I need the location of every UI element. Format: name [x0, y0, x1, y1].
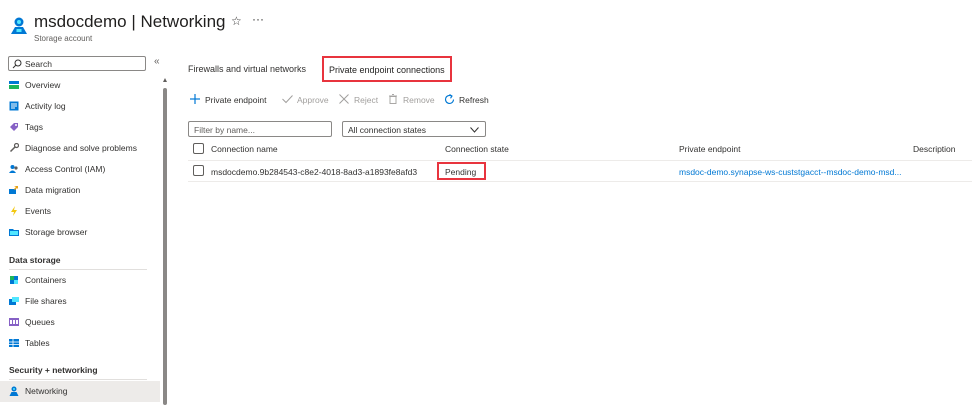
sidebar-item-label: Networking	[25, 386, 68, 396]
connection-name-cell: msdocdemo.9b284543-c8e2-4018-8ad3-a1893f…	[211, 167, 418, 177]
migration-icon	[9, 186, 18, 194]
column-header-private-endpoint[interactable]: Private endpoint	[679, 144, 740, 154]
folder-icon	[9, 229, 19, 236]
button-label: Refresh	[459, 95, 489, 105]
sidebar-item-tables[interactable]: Tables	[0, 333, 160, 354]
page-subtitle: Storage account	[34, 34, 93, 43]
sidebar-item-label: Diagnose and solve problems	[25, 143, 137, 153]
select-all-checkbox[interactable]	[193, 143, 204, 154]
tables-icon	[9, 339, 19, 347]
section-title-data-storage: Data storage	[9, 255, 61, 265]
tab-firewalls-virtual-networks[interactable]: Firewalls and virtual networks	[188, 64, 306, 74]
connection-state-dropdown[interactable]: All connection states	[342, 121, 486, 137]
button-label: Private endpoint	[205, 95, 267, 105]
trash-icon	[389, 94, 397, 104]
page-header: msdocdemo | Networking Storage account ☆…	[9, 12, 409, 46]
column-header-connection-name[interactable]: Connection name	[211, 144, 278, 154]
sidebar-item-label: Tables	[25, 338, 50, 348]
chevron-down-icon	[470, 127, 479, 133]
networking-icon	[9, 386, 19, 396]
filter-placeholder: Filter by name...	[194, 125, 255, 135]
overview-icon	[9, 81, 19, 89]
button-label: Remove	[403, 95, 435, 105]
row-divider	[188, 181, 972, 182]
connection-state-cell: Pending	[437, 162, 486, 180]
approve-button[interactable]: Approve	[282, 92, 332, 108]
reject-button[interactable]: Reject	[339, 92, 381, 108]
section-divider	[9, 379, 147, 380]
sidebar-item-label: Data migration	[25, 185, 81, 195]
section-title-security-networking: Security + networking	[9, 365, 98, 375]
sidebar-item-containers[interactable]: Containers	[0, 270, 160, 291]
sidebar-item-networking[interactable]: Networking	[0, 381, 160, 402]
sidebar-item-label: Tags	[25, 122, 43, 132]
add-private-endpoint-button[interactable]: Private endpoint	[190, 92, 272, 108]
remove-button[interactable]: Remove	[388, 92, 436, 108]
sidebar-item-diagnose[interactable]: Diagnose and solve problems	[0, 138, 160, 159]
sidebar-item-file-shares[interactable]: File shares	[0, 291, 160, 312]
lightning-icon	[11, 206, 17, 216]
column-header-connection-state[interactable]: Connection state	[445, 144, 509, 154]
plus-icon	[190, 94, 200, 104]
refresh-button[interactable]: Refresh	[444, 92, 494, 108]
sidebar-search-input[interactable]: Search	[8, 56, 146, 71]
sidebar-item-storage-browser[interactable]: Storage browser	[0, 222, 160, 243]
sidebar-scrollbar[interactable]	[163, 78, 167, 405]
file-shares-icon	[9, 297, 19, 305]
checkmark-icon	[282, 95, 293, 104]
search-icon	[12, 59, 22, 69]
private-endpoint-link[interactable]: msdoc-demo.synapse-ws-custstgacct--msdoc…	[679, 167, 901, 177]
filter-by-name-input[interactable]: Filter by name...	[188, 121, 332, 137]
sidebar-search-placeholder: Search	[25, 59, 52, 69]
tab-private-endpoint-connections[interactable]: Private endpoint connections	[322, 56, 452, 82]
sidebar-item-label: Containers	[25, 275, 67, 285]
sidebar-item-activity-log[interactable]: Activity log	[0, 96, 160, 117]
sidebar-item-data-migration[interactable]: Data migration	[0, 180, 160, 201]
column-header-description[interactable]: Description	[913, 144, 956, 154]
sidebar-item-label: Storage browser	[25, 227, 88, 237]
sidebar-item-tags[interactable]: Tags	[0, 117, 160, 138]
header-divider	[188, 160, 972, 161]
tag-icon	[10, 123, 18, 131]
sidebar-item-label: Events	[25, 206, 51, 216]
wrench-icon	[9, 143, 19, 153]
button-label: Reject	[354, 95, 379, 105]
sidebar-item-label: Access Control (IAM)	[25, 164, 106, 174]
storage-account-icon	[11, 17, 27, 34]
command-toolbar: Private endpoint Approve Reject Remove R…	[190, 92, 510, 108]
queues-icon	[9, 318, 19, 326]
scrollbar-thumb[interactable]	[163, 88, 167, 405]
sidebar-item-access-control[interactable]: Access Control (IAM)	[0, 159, 160, 180]
button-label: Approve	[297, 95, 329, 105]
activity-log-icon	[9, 101, 19, 111]
sidebar-item-label: Activity log	[25, 101, 66, 111]
close-icon	[339, 94, 349, 104]
more-options-icon[interactable]: ···	[252, 12, 264, 26]
refresh-icon	[444, 94, 455, 105]
networking-tabs: Firewalls and virtual networks Private e…	[188, 56, 488, 82]
sidebar-item-label: File shares	[25, 296, 67, 306]
sidebar-item-label: Overview	[25, 80, 61, 90]
sidebar: Search « Overview Activity log Tags Diag…	[0, 52, 168, 405]
dropdown-selected-value: All connection states	[348, 125, 426, 135]
collapse-sidebar-icon[interactable]: «	[154, 56, 160, 67]
people-icon	[9, 165, 18, 173]
sidebar-item-label: Queues	[25, 317, 55, 327]
favorite-star-icon[interactable]: ☆	[231, 14, 242, 28]
row-checkbox[interactable]	[193, 165, 204, 176]
sidebar-item-queues[interactable]: Queues	[0, 312, 160, 333]
sidebar-item-overview[interactable]: Overview	[0, 75, 160, 96]
page-title: msdocdemo | Networking	[34, 12, 226, 31]
sidebar-item-events[interactable]: Events	[0, 201, 160, 222]
scroll-up-arrow-icon[interactable]	[163, 78, 167, 82]
containers-icon	[10, 276, 18, 284]
